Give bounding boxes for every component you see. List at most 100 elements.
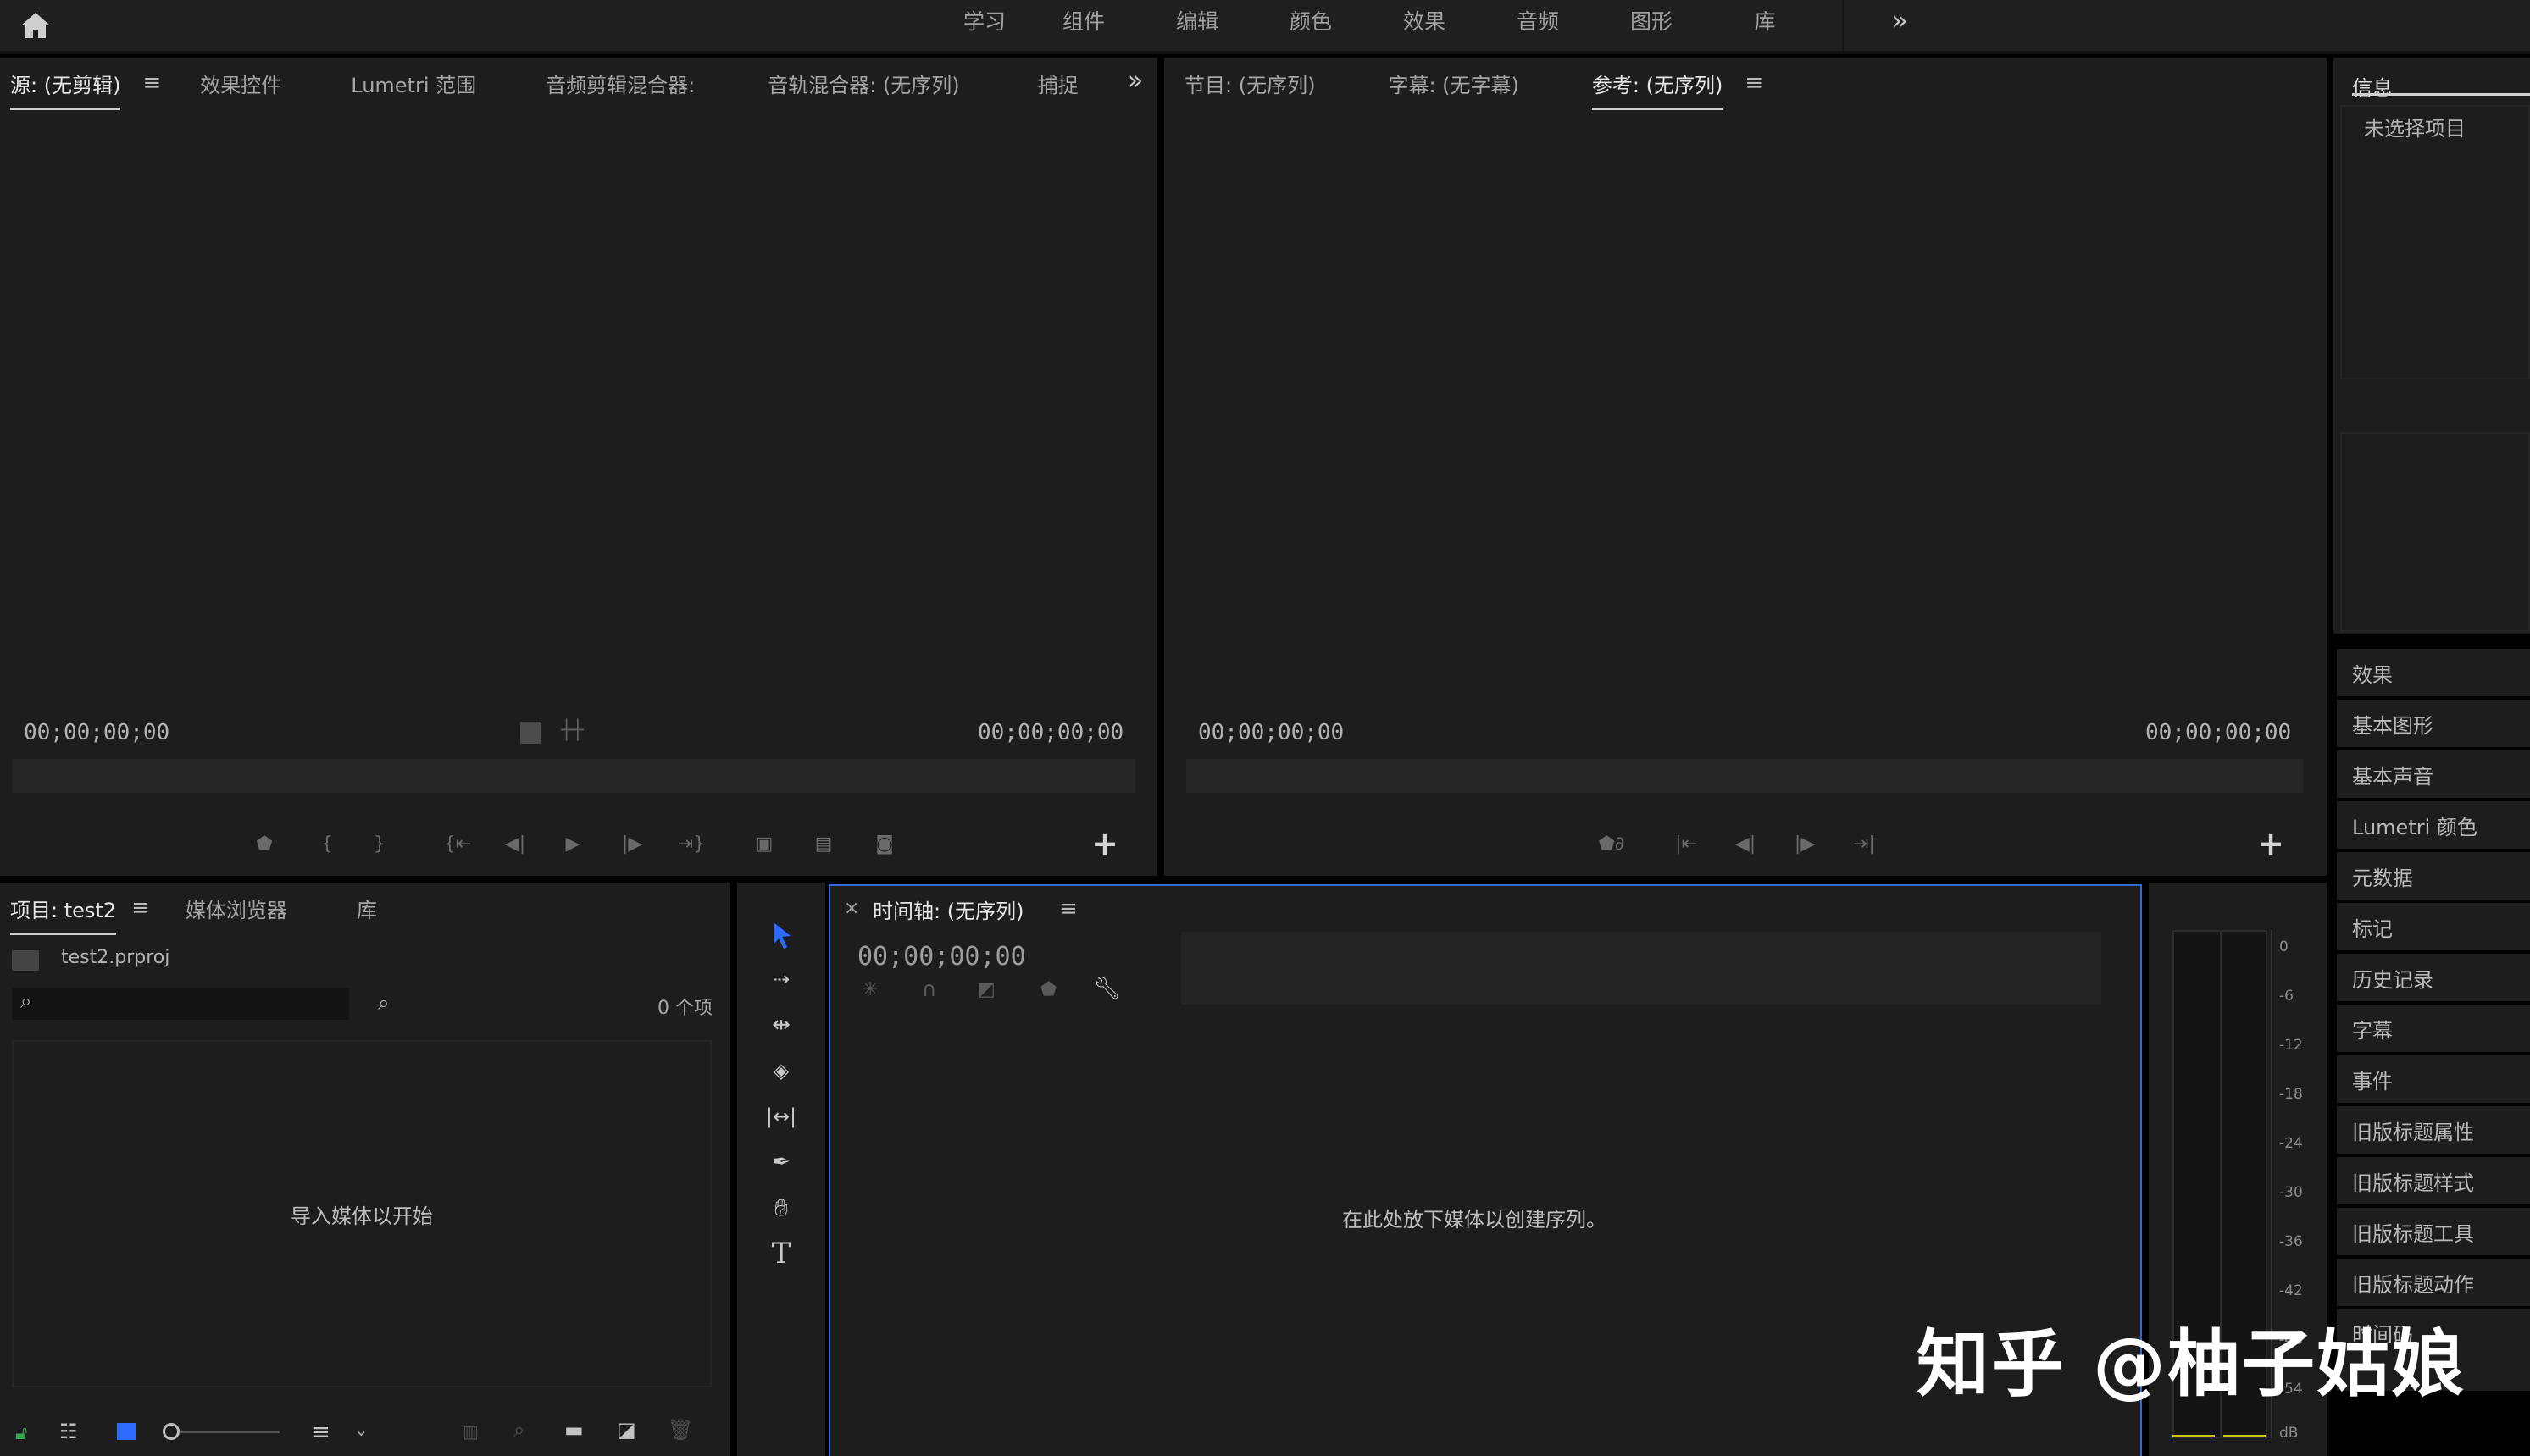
lock-icon[interactable]: 🔓︎ (15, 1423, 27, 1444)
side-item-legacy-title-properties[interactable]: 旧版标题属性 (2337, 1106, 2530, 1154)
workspace-tab-audio[interactable]: 音频 (1481, 0, 1595, 41)
zoom-slider-track[interactable] (180, 1431, 280, 1433)
tab-effect-controls[interactable]: 效果控件 (200, 69, 281, 98)
export-frame-icon[interactable]: ◙ (868, 827, 902, 861)
side-item-lumetri-color[interactable]: Lumetri 颜色 (2337, 801, 2530, 849)
sort-icon[interactable]: ≡ (312, 1420, 330, 1445)
drag-video-only-icon[interactable] (520, 722, 541, 744)
tab-project[interactable]: 项目: test2 (10, 894, 117, 935)
workspace-tab-editing[interactable]: 编辑 (1140, 0, 1254, 41)
panel-menu-icon[interactable]: ≡ (142, 70, 161, 96)
workspace-tab-assembly[interactable]: 组件 (1027, 0, 1140, 41)
workspace-overflow-button[interactable]: » (1883, 3, 1917, 37)
go-to-in-icon[interactable]: {⇤ (441, 827, 474, 861)
new-item-icon[interactable]: ◪ (617, 1418, 636, 1442)
source-scrubber-bar[interactable] (12, 759, 1135, 793)
slip-tool-icon[interactable]: |↔| (761, 1096, 802, 1137)
new-bin-icon[interactable]: ▬ (564, 1418, 584, 1442)
tab-libraries[interactable]: 库 (357, 894, 377, 923)
side-item-effects[interactable]: 效果 (2337, 649, 2530, 696)
insert-icon[interactable]: ▣ (747, 827, 781, 861)
workspace-tab-learn[interactable]: 学习 (942, 0, 1027, 41)
side-item-legacy-title-styles[interactable]: 旧版标题样式 (2337, 1157, 2530, 1204)
side-item-metadata[interactable]: 元数据 (2337, 852, 2530, 900)
project-bin-area[interactable]: 导入媒体以开始 (12, 1040, 712, 1387)
panel-menu-icon[interactable]: ≡ (131, 895, 150, 921)
snap-magnet-icon[interactable]: ∩ (922, 977, 937, 1001)
tab-source[interactable]: 源: (无剪辑) (10, 69, 121, 110)
timeline-title[interactable]: 时间轴: (无序列) (873, 894, 1024, 924)
list-view-icon[interactable]: ☷ (59, 1420, 78, 1443)
overwrite-icon[interactable]: ▤ (807, 827, 841, 861)
drag-audio-only-icon[interactable]: ┼┼ (561, 720, 584, 741)
add-marker-icon[interactable]: ⬟ (247, 827, 281, 861)
timeline-close-button[interactable]: × (844, 898, 859, 919)
icon-view-icon[interactable] (117, 1423, 136, 1440)
add-marker-icon[interactable]: ⬟ (1040, 979, 1057, 1000)
bind-sequence-icon[interactable]: ⬟∂ (1595, 827, 1628, 861)
step-back-icon[interactable]: ◀| (498, 827, 532, 861)
button-editor-add-button[interactable]: + (2254, 825, 2288, 862)
pen-tool-icon[interactable]: ✒︎ (761, 1142, 802, 1182)
type-tool-icon[interactable]: T (761, 1233, 802, 1274)
project-search-input[interactable] (49, 991, 337, 1016)
timeline-ruler[interactable] (1181, 932, 2101, 1005)
tab-media-browser[interactable]: 媒体浏览器 (186, 894, 287, 923)
go-to-in-icon[interactable]: |⇤ (1669, 827, 1703, 861)
nest-icon[interactable]: ✳︎ (863, 979, 878, 1000)
zoom-slider-handle[interactable] (163, 1423, 180, 1440)
project-panel-tabs: 项目: test2 ≡ 媒体浏览器 库 (10, 874, 377, 942)
panel-menu-icon[interactable]: ≡ (1745, 70, 1763, 96)
program-timecode-current[interactable]: 00;00;00;00 (1198, 720, 1344, 745)
trash-icon[interactable]: 🗑︎ (668, 1418, 693, 1442)
workspace-tab-libraries[interactable]: 库 (1708, 0, 1822, 41)
program-scrubber-bar[interactable] (1186, 759, 2303, 793)
tab-captions[interactable]: 字幕: (无字幕) (1388, 69, 1518, 98)
side-item-legacy-title-actions[interactable]: 旧版标题动作 (2337, 1259, 2530, 1306)
workspace-tab-graphics[interactable]: 图形 (1595, 0, 1708, 41)
find-icon[interactable]: ⌕ (513, 1418, 524, 1442)
tab-reference[interactable]: 参考: (无序列) (1591, 69, 1723, 110)
side-item-history[interactable]: 历史记录 (2337, 954, 2530, 1001)
chevron-down-icon[interactable]: ⌄ (354, 1420, 369, 1440)
track-select-tool-icon[interactable]: ⇢ (761, 959, 802, 999)
automate-to-sequence-icon[interactable]: ▥ (463, 1421, 479, 1442)
step-forward-icon[interactable]: |▶ (615, 827, 649, 861)
tab-audio-track-mixer[interactable]: 音轨混合器: (无序列) (768, 69, 959, 98)
mark-out-icon[interactable]: } (363, 827, 397, 861)
ripple-edit-tool-icon[interactable]: ⇹ (761, 1005, 802, 1045)
workspace-tab-effects[interactable]: 效果 (1368, 0, 1481, 41)
source-timecode-current[interactable]: 00;00;00;00 (24, 720, 169, 745)
project-search-field[interactable]: ⌕ (12, 988, 349, 1020)
hand-tool-icon[interactable]: ✋︎ (761, 1187, 802, 1228)
panel-overflow-button[interactable]: » (1118, 66, 1152, 100)
mark-in-icon[interactable]: { (310, 827, 344, 861)
tab-program[interactable]: 节目: (无序列) (1185, 69, 1315, 98)
linked-selection-icon[interactable]: ◩ (978, 979, 996, 1000)
tab-capture[interactable]: 捕捉 (1038, 69, 1079, 98)
meter-label: -12 (2279, 1037, 2303, 1054)
timeline-timecode[interactable]: 00;00;00;00 (857, 942, 1026, 972)
side-item-captions[interactable]: 字幕 (2337, 1005, 2530, 1052)
info-panel-title[interactable]: 信息 (2352, 71, 2393, 101)
play-icon[interactable]: ▶ (556, 827, 590, 861)
go-to-out-icon[interactable]: ⇥| (1847, 827, 1881, 861)
side-item-markers[interactable]: 标记 (2337, 903, 2530, 950)
razor-tool-icon[interactable]: ◈ (761, 1050, 802, 1091)
step-back-icon[interactable]: ◀| (1728, 827, 1762, 861)
find-icon[interactable]: ⌕ (378, 991, 407, 1016)
tab-lumetri-scopes[interactable]: Lumetri 范围 (351, 69, 476, 98)
side-item-legacy-title-tools[interactable]: 旧版标题工具 (2337, 1208, 2530, 1255)
side-item-essential-sound[interactable]: 基本声音 (2337, 750, 2530, 798)
side-item-events[interactable]: 事件 (2337, 1055, 2530, 1103)
button-editor-add-button[interactable]: + (1088, 825, 1122, 862)
tab-audio-clip-mixer[interactable]: 音频剪辑混合器: (546, 69, 695, 98)
panel-menu-icon[interactable]: ≡ (1059, 896, 1078, 922)
home-button[interactable] (14, 5, 58, 46)
step-forward-icon[interactable]: |▶ (1788, 827, 1822, 861)
go-to-out-icon[interactable]: ⇥} (674, 827, 708, 861)
selection-tool-icon[interactable] (761, 915, 802, 955)
workspace-tab-color[interactable]: 颜色 (1254, 0, 1368, 41)
wrench-icon[interactable]: 🔧︎ (1093, 976, 1121, 1001)
side-item-essential-graphics[interactable]: 基本图形 (2337, 700, 2530, 747)
